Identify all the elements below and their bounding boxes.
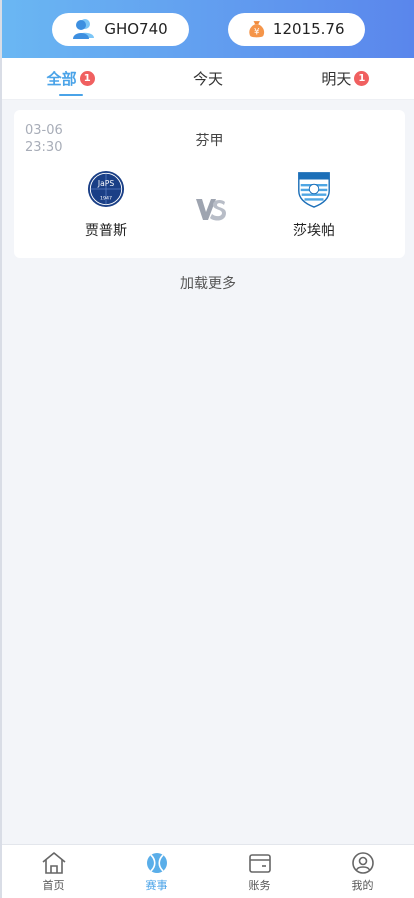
nav-accounts[interactable]: 账务 — [208, 845, 311, 898]
nav-profile[interactable]: 我的 — [311, 845, 414, 898]
tab-tomorrow-label: 明天 — [321, 70, 352, 88]
balance-value: 12015.76 — [272, 20, 345, 38]
tab-all[interactable]: 全部 1 — [2, 58, 139, 99]
tab-all-label: 全部 — [46, 70, 77, 88]
filter-tabs: 全部 1 今天 明天 1 — [2, 58, 414, 100]
wallet-icon — [248, 853, 271, 873]
nav-home-label: 首页 — [42, 878, 65, 892]
money-bag-icon: ¥ — [248, 21, 264, 38]
balance-pill[interactable]: ¥ 12015.76 — [227, 12, 365, 46]
home-team-name: 贾普斯 — [85, 223, 127, 239]
nav-accounts-label: 账务 — [248, 878, 271, 892]
match-card[interactable]: 03-06 23:30 芬甲 JaPS 1947 贾普斯 莎埃帕 — [14, 110, 405, 258]
home-team-logo-icon: JaPS 1947 — [87, 170, 125, 208]
user-icon — [73, 19, 95, 39]
tab-tomorrow-badge: 1 — [354, 71, 370, 86]
league-name: 芬甲 — [195, 133, 224, 149]
away-team: 莎埃帕 — [264, 170, 364, 240]
tab-today-label: 今天 — [192, 70, 223, 88]
nav-matches[interactable]: 赛事 — [105, 845, 208, 898]
money-bag-glyph: ¥ — [253, 28, 259, 38]
nav-matches-label: 赛事 — [145, 878, 168, 892]
top-header: GHO740 ¥ 12015.76 — [2, 0, 414, 58]
user-pill[interactable]: GHO740 — [51, 12, 189, 46]
home-logo-year: 1947 — [100, 195, 112, 201]
home-team: JaPS 1947 贾普斯 — [56, 170, 156, 240]
home-logo-text: JaPS — [97, 179, 114, 188]
tab-today[interactable]: 今天 — [139, 58, 276, 99]
nav-home[interactable]: 首页 — [2, 845, 105, 898]
tab-tomorrow[interactable]: 明天 1 — [277, 58, 414, 99]
bottom-nav: 首页 赛事 账务 我的 — [2, 844, 414, 898]
vs-icon — [196, 199, 226, 221]
home-icon — [41, 851, 66, 874]
app-page: GHO740 ¥ 12015.76 全部 1 今天 明天 1 03-06 23:… — [2, 0, 414, 898]
load-more-button[interactable]: 加载更多 — [2, 273, 414, 293]
nav-profile-label: 我的 — [351, 878, 374, 892]
profile-icon — [351, 851, 374, 874]
username: GHO740 — [104, 20, 168, 38]
away-team-logo-icon — [298, 172, 330, 208]
away-team-name: 莎埃帕 — [293, 223, 335, 239]
tab-all-badge: 1 — [79, 71, 95, 86]
ball-icon — [146, 852, 167, 873]
